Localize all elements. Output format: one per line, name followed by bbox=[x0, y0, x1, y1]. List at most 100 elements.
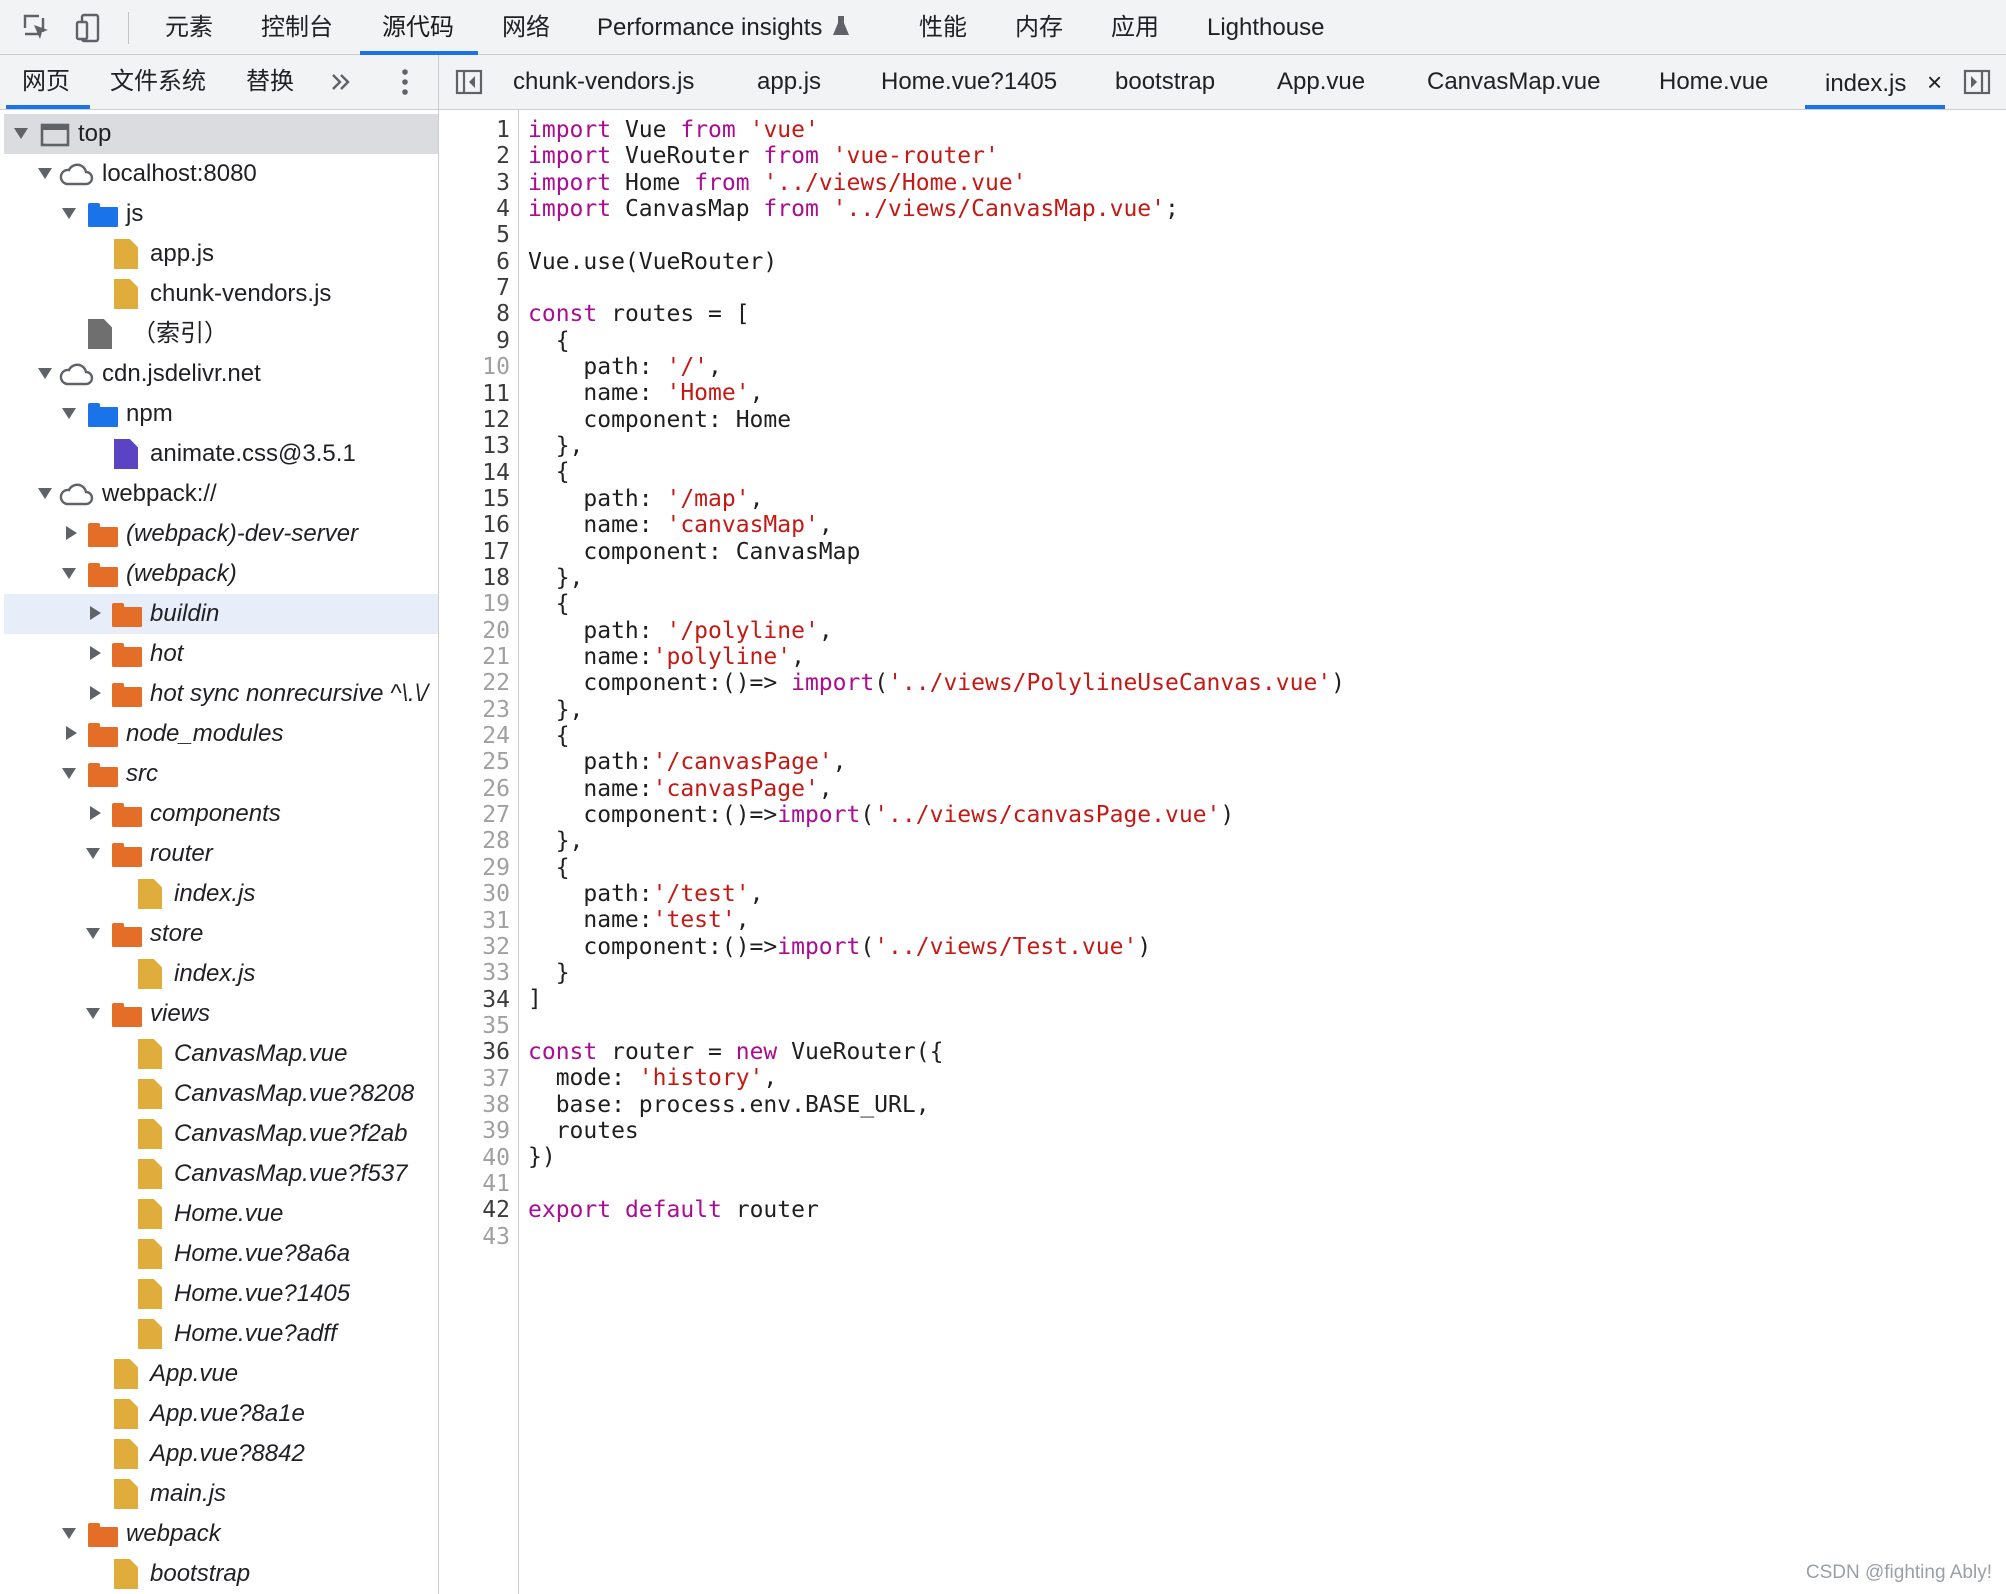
editor-tab[interactable]: app.js bbox=[757, 55, 821, 109]
expand-arrow-icon[interactable] bbox=[62, 1528, 76, 1539]
code-line[interactable] bbox=[528, 275, 1998, 301]
line-number[interactable]: 24 bbox=[450, 723, 510, 749]
tab-lighthouse[interactable]: Lighthouse bbox=[1207, 0, 1324, 55]
code-line[interactable]: base: process.env.BASE_URL, bbox=[528, 1092, 1998, 1118]
tree-row-folder[interactable]: webpack bbox=[4, 1514, 438, 1554]
code-line[interactable]: export default router bbox=[528, 1197, 1998, 1223]
editor-tab[interactable]: CanvasMap.vue bbox=[1427, 55, 1600, 109]
code-line[interactable]: Vue.use(VueRouter) bbox=[528, 249, 1998, 275]
tab-filesystem[interactable]: 文件系统 bbox=[110, 55, 206, 109]
line-number[interactable]: 15 bbox=[450, 486, 510, 512]
code-line[interactable]: }, bbox=[528, 828, 1998, 854]
tree-row-file[interactable]: CanvasMap.vue bbox=[4, 1034, 438, 1074]
tab-performance[interactable]: 性能 bbox=[919, 0, 967, 55]
device-toolbar-icon[interactable] bbox=[74, 13, 104, 43]
code-line[interactable] bbox=[528, 1013, 1998, 1039]
tab-memory[interactable]: 内存 bbox=[1015, 0, 1063, 55]
expand-arrow-icon[interactable] bbox=[62, 568, 76, 579]
expand-arrow-icon[interactable] bbox=[38, 168, 52, 179]
tab-application[interactable]: 应用 bbox=[1111, 0, 1159, 55]
code-line[interactable]: component: Home bbox=[528, 407, 1998, 433]
more-tabs-chevron-icon[interactable] bbox=[330, 69, 352, 95]
tree-row-file[interactable]: App.vue?8a1e bbox=[4, 1394, 438, 1434]
tree-row-file[interactable]: main.js bbox=[4, 1474, 438, 1514]
line-number[interactable]: 37 bbox=[450, 1066, 510, 1092]
editor-tab[interactable]: chunk-vendors.js bbox=[513, 55, 694, 109]
code-line[interactable]: path: '/map', bbox=[528, 486, 1998, 512]
tree-row-file[interactable]: CanvasMap.vue?8208 bbox=[4, 1074, 438, 1114]
tree-row-file[interactable]: bootstrap bbox=[4, 1554, 438, 1594]
tree-row-file[interactable]: index.js bbox=[4, 874, 438, 914]
tree-row-folder[interactable]: hot sync nonrecursive ^\.\/ bbox=[4, 674, 438, 714]
code-line[interactable]: const router = new VueRouter({ bbox=[528, 1039, 1998, 1065]
code-line[interactable]: component: CanvasMap bbox=[528, 539, 1998, 565]
tree-row-folder[interactable]: components bbox=[4, 794, 438, 834]
code-line[interactable]: name: 'Home', bbox=[528, 380, 1998, 406]
line-number[interactable]: 6 bbox=[450, 249, 510, 275]
code-line[interactable]: import VueRouter from 'vue-router' bbox=[528, 143, 1998, 169]
code-line[interactable]: mode: 'history', bbox=[528, 1065, 1998, 1091]
line-number[interactable]: 13 bbox=[450, 433, 510, 459]
line-number[interactable]: 38 bbox=[450, 1092, 510, 1118]
code-line[interactable]: import Home from '../views/Home.vue' bbox=[528, 170, 1998, 196]
line-number[interactable]: 5 bbox=[450, 222, 510, 248]
line-number[interactable]: 7 bbox=[450, 275, 510, 301]
collapse-arrow-icon[interactable] bbox=[66, 526, 77, 540]
line-number[interactable]: 19 bbox=[450, 591, 510, 617]
tree-row-file[interactable]: app.js bbox=[4, 234, 438, 274]
code-line[interactable]: }, bbox=[528, 433, 1998, 459]
tree-row-file[interactable]: Home.vue?adff bbox=[4, 1314, 438, 1354]
code-line[interactable]: }, bbox=[528, 565, 1998, 591]
expand-arrow-icon[interactable] bbox=[62, 768, 76, 779]
line-number[interactable]: 26 bbox=[450, 776, 510, 802]
editor-tab[interactable]: Home.vue?1405 bbox=[881, 55, 1057, 109]
line-number[interactable]: 20 bbox=[450, 618, 510, 644]
tree-row-folder[interactable]: (webpack) bbox=[4, 554, 438, 594]
line-number[interactable]: 43 bbox=[450, 1224, 510, 1250]
code-line[interactable]: component:()=> import('../views/Polyline… bbox=[528, 670, 1998, 696]
toggle-navigator-icon[interactable] bbox=[455, 69, 483, 95]
expand-arrow-icon[interactable] bbox=[86, 928, 100, 939]
line-number[interactable]: 42 bbox=[450, 1197, 510, 1223]
collapse-arrow-icon[interactable] bbox=[90, 686, 101, 700]
tab-performance-insights[interactable]: Performance insights bbox=[597, 0, 850, 55]
code-line[interactable]: { bbox=[528, 723, 1998, 749]
line-number[interactable]: 12 bbox=[450, 407, 510, 433]
code-line[interactable] bbox=[528, 1171, 1998, 1197]
line-number[interactable]: 1 bbox=[450, 117, 510, 143]
code-line[interactable]: }, bbox=[528, 697, 1998, 723]
tab-overrides[interactable]: 替换 bbox=[246, 55, 294, 109]
line-number[interactable]: 14 bbox=[450, 460, 510, 486]
collapse-arrow-icon[interactable] bbox=[66, 726, 77, 740]
tree-row-top[interactable]: top bbox=[4, 114, 438, 154]
tree-row-folder[interactable]: node_modules bbox=[4, 714, 438, 754]
code-line[interactable]: component:()=>import('../views/canvasPag… bbox=[528, 802, 1998, 828]
code-line[interactable]: component:()=>import('../views/Test.vue'… bbox=[528, 934, 1998, 960]
code-line[interactable]: import Vue from 'vue' bbox=[528, 117, 1998, 143]
tree-row-folder[interactable]: npm bbox=[4, 394, 438, 434]
line-number[interactable]: 22 bbox=[450, 670, 510, 696]
code-line[interactable]: { bbox=[528, 591, 1998, 617]
tree-row-folder[interactable]: router bbox=[4, 834, 438, 874]
line-number[interactable]: 27 bbox=[450, 802, 510, 828]
more-options-icon[interactable] bbox=[400, 67, 410, 97]
line-number[interactable]: 2 bbox=[450, 143, 510, 169]
tree-row-file[interactable]: CanvasMap.vue?f537 bbox=[4, 1154, 438, 1194]
tree-row-folder[interactable]: views bbox=[4, 994, 438, 1034]
line-number[interactable]: 23 bbox=[450, 697, 510, 723]
tree-row-folder[interactable]: hot bbox=[4, 634, 438, 674]
expand-arrow-icon[interactable] bbox=[86, 1008, 100, 1019]
expand-arrow-icon[interactable] bbox=[38, 368, 52, 379]
tab-console[interactable]: 控制台 bbox=[261, 0, 333, 55]
line-number[interactable]: 8 bbox=[450, 301, 510, 327]
code-line[interactable]: ] bbox=[528, 986, 1998, 1012]
line-number[interactable]: 16 bbox=[450, 512, 510, 538]
line-number[interactable]: 17 bbox=[450, 539, 510, 565]
line-number[interactable]: 30 bbox=[450, 881, 510, 907]
code-line[interactable]: const routes = [ bbox=[528, 301, 1998, 327]
line-number[interactable]: 41 bbox=[450, 1171, 510, 1197]
tree-row-file[interactable]: Home.vue bbox=[4, 1194, 438, 1234]
line-number[interactable]: 29 bbox=[450, 855, 510, 881]
expand-arrow-icon[interactable] bbox=[62, 408, 76, 419]
editor-tab[interactable]: App.vue bbox=[1277, 55, 1365, 109]
